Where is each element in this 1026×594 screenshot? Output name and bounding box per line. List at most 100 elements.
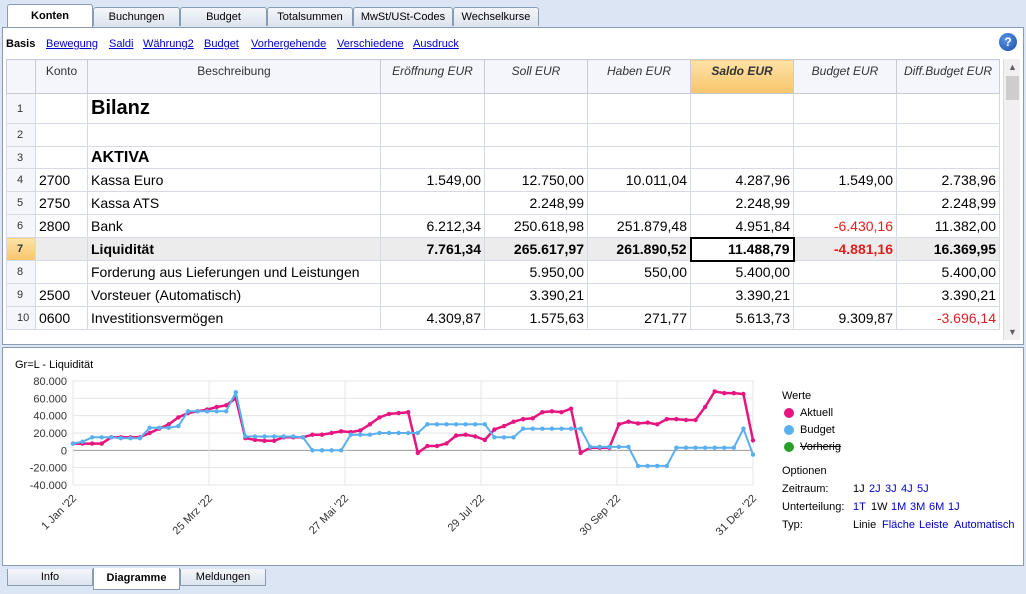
cell-budget[interactable]: [793, 283, 897, 307]
cell-budget[interactable]: 1.549,00: [793, 168, 897, 192]
view-budget[interactable]: Budget: [204, 38, 239, 50]
cell-soll[interactable]: [484, 146, 588, 169]
table-row-selected[interactable]: 7 Liquidität 7.761,34 265.617,97 261.890…: [6, 236, 1000, 262]
cell-haben[interactable]: [587, 93, 691, 124]
cell-haben[interactable]: [587, 123, 691, 147]
cell-budget[interactable]: 9.309,87: [793, 306, 897, 330]
cell-konto[interactable]: 2500: [35, 283, 88, 307]
tab-info[interactable]: Info: [7, 569, 93, 586]
view-verschiedene[interactable]: Verschiedene: [337, 38, 404, 50]
tab-konten[interactable]: Konten: [7, 4, 93, 28]
col-soll[interactable]: Soll EUR: [484, 59, 588, 94]
cell-haben[interactable]: 261.890,52: [587, 237, 691, 261]
table-row[interactable]: 3 AKTIVA: [6, 146, 1000, 169]
tab-buchungen[interactable]: Buchungen: [93, 7, 180, 26]
zeitraum-2j[interactable]: 2J: [869, 483, 881, 495]
cell-saldo[interactable]: [690, 146, 794, 169]
cell-soll[interactable]: 5.950,00: [484, 260, 588, 284]
cell-budget[interactable]: [793, 123, 897, 147]
unterteilung-1m[interactable]: 1M: [891, 501, 906, 513]
help-icon[interactable]: ?: [999, 33, 1017, 51]
cell-soll[interactable]: 250.618,98: [484, 214, 588, 238]
typ-leiste[interactable]: Leiste: [919, 519, 948, 531]
cell-konto[interactable]: [35, 146, 88, 169]
zeitraum-3j[interactable]: 3J: [885, 483, 897, 495]
view-bewegung[interactable]: Bewegung: [46, 38, 98, 50]
legend-vorherig[interactable]: Vorherig: [800, 441, 841, 453]
cell-soll[interactable]: 12.750,00: [484, 168, 588, 192]
view-vorhergehende[interactable]: Vorhergehende: [251, 38, 326, 50]
col-beschreibung[interactable]: Beschreibung: [87, 59, 381, 94]
cell-budget[interactable]: [793, 191, 897, 215]
cell-diff[interactable]: 11.382,00: [896, 214, 1000, 238]
cell-saldo[interactable]: 4.951,84: [690, 214, 794, 238]
cell-diff[interactable]: [896, 123, 1000, 147]
cell-konto[interactable]: 2750: [35, 191, 88, 215]
cell-konto[interactable]: [35, 123, 88, 147]
cell-beschreibung[interactable]: AKTIVA: [87, 146, 381, 169]
cell-soll[interactable]: 2.248,99: [484, 191, 588, 215]
view-waehrung2[interactable]: Währung2: [143, 38, 194, 50]
table-row[interactable]: 2: [6, 123, 1000, 147]
cell-beschreibung[interactable]: Forderung aus Lieferungen und Leistungen: [87, 260, 381, 284]
cell-haben[interactable]: [587, 146, 691, 169]
cell-eroeffnung[interactable]: [380, 93, 485, 124]
cell-eroeffnung[interactable]: [380, 191, 485, 215]
tab-totalsummen[interactable]: Totalsummen: [267, 7, 353, 26]
col-eroeffnung[interactable]: Eröffnung EUR: [380, 59, 485, 94]
view-ausdruck[interactable]: Ausdruck: [413, 38, 459, 50]
unterteilung-6m[interactable]: 6M: [929, 501, 944, 513]
legend-budget[interactable]: Budget: [800, 424, 835, 436]
table-row[interactable]: 4 2700 Kassa Euro 1.549,00 12.750,00 10.…: [6, 168, 1000, 192]
scroll-up-icon[interactable]: ▲: [1008, 62, 1017, 72]
typ-linie[interactable]: Linie: [853, 519, 876, 531]
cell-budget[interactable]: [793, 260, 897, 284]
tab-meldungen[interactable]: Meldungen: [180, 569, 266, 586]
zeitraum-4j[interactable]: 4J: [901, 483, 913, 495]
cell-beschreibung[interactable]: Liquidität: [87, 237, 381, 261]
cell-eroeffnung[interactable]: 7.761,34: [380, 237, 485, 261]
cell-haben[interactable]: 550,00: [587, 260, 691, 284]
col-saldo[interactable]: Saldo EUR: [690, 59, 794, 94]
view-saldi[interactable]: Saldi: [109, 38, 133, 50]
tab-mwst-codes[interactable]: MwSt/USt-Codes: [353, 7, 453, 26]
cell-saldo[interactable]: 5.613,73: [690, 306, 794, 330]
vertical-scrollbar[interactable]: ▲ ▼: [1003, 59, 1020, 340]
cell-konto[interactable]: 0600: [35, 306, 88, 330]
col-haben[interactable]: Haben EUR: [587, 59, 691, 94]
cell-saldo[interactable]: [690, 93, 794, 124]
cell-soll[interactable]: 1.575,63: [484, 306, 588, 330]
unterteilung-1t[interactable]: 1T: [853, 501, 866, 513]
unterteilung-3m[interactable]: 3M: [910, 501, 925, 513]
table-row[interactable]: 6 2800 Bank 6.212,34 250.618,98 251.879,…: [6, 214, 1000, 238]
cell-saldo[interactable]: 3.390,21: [690, 283, 794, 307]
cell-budget[interactable]: [793, 146, 897, 169]
cell-diff[interactable]: 5.400,00: [896, 260, 1000, 284]
cell-eroeffnung[interactable]: [380, 260, 485, 284]
cell-eroeffnung[interactable]: [380, 146, 485, 169]
cell-diff[interactable]: 16.369,95: [896, 237, 1000, 261]
cell-beschreibung[interactable]: Bilanz: [87, 93, 381, 124]
cell-beschreibung[interactable]: Investitionsvermögen: [87, 306, 381, 330]
cell-haben[interactable]: [587, 191, 691, 215]
tab-diagramme[interactable]: Diagramme: [93, 568, 180, 590]
cell-eroeffnung[interactable]: 6.212,34: [380, 214, 485, 238]
typ-automatisch[interactable]: Automatisch: [954, 519, 1015, 531]
zeitraum-5j[interactable]: 5J: [917, 483, 929, 495]
view-basis[interactable]: Basis: [6, 38, 35, 50]
cell-beschreibung[interactable]: Kassa ATS: [87, 191, 381, 215]
cell-budget[interactable]: -4.881,16: [793, 237, 897, 261]
table-row[interactable]: 9 2500 Vorsteuer (Automatisch) 3.390,21 …: [6, 283, 1000, 307]
typ-flaeche[interactable]: Fläche: [882, 519, 915, 531]
cell-haben[interactable]: 251.879,48: [587, 214, 691, 238]
tab-wechselkurse[interactable]: Wechselkurse: [453, 7, 539, 26]
cell-soll[interactable]: [484, 123, 588, 147]
tab-budget[interactable]: Budget: [180, 7, 267, 26]
cell-haben[interactable]: 271,77: [587, 306, 691, 330]
cell-konto[interactable]: 2800: [35, 214, 88, 238]
cell-beschreibung[interactable]: Bank: [87, 214, 381, 238]
cell-konto[interactable]: [35, 260, 88, 284]
table-row[interactable]: 8 Forderung aus Lieferungen und Leistung…: [6, 260, 1000, 284]
table-row[interactable]: 1 Bilanz: [6, 93, 1000, 124]
cell-soll[interactable]: 265.617,97: [484, 237, 588, 261]
